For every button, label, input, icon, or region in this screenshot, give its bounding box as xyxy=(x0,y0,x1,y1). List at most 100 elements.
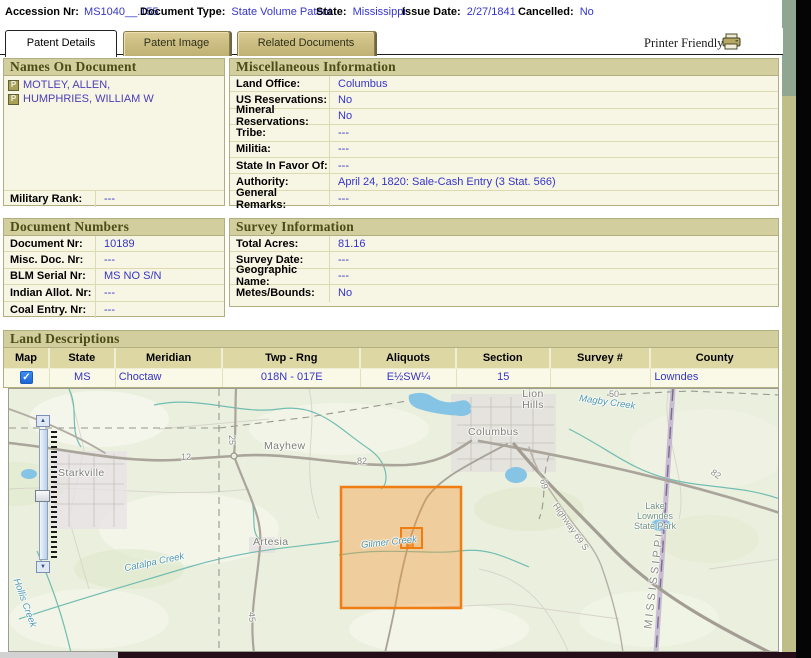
info-row: Geographic Name: --- xyxy=(230,269,778,285)
route-label-45: 45 xyxy=(247,612,258,623)
printer-friendly-link[interactable]: Printer Friendly xyxy=(644,36,724,51)
patentee-name[interactable]: MOTLEY, ALLEN, xyxy=(23,79,110,91)
patentee-row: P HUMPHRIES, WILLIAM W xyxy=(8,93,220,105)
tab-patent-image[interactable]: Patent Image xyxy=(123,31,230,56)
survey-information-panel: Survey Information Total Acres: 81.16 Su… xyxy=(229,218,779,307)
info-row: Coal Entry. Nr: --- xyxy=(4,302,224,318)
bottom-bar-left xyxy=(0,652,118,658)
cell-section: 15 xyxy=(457,369,551,387)
printer-icon[interactable] xyxy=(722,33,741,50)
patentee-name[interactable]: HUMPHRIES, WILLIAM W xyxy=(23,93,154,105)
tab-patent-details[interactable]: Patent Details xyxy=(5,30,117,57)
coal-entry-nr-value: --- xyxy=(96,304,115,316)
document-nr-label: Document Nr: xyxy=(4,236,96,251)
names-list: P MOTLEY, ALLEN, P HUMPHRIES, WILLIAM W xyxy=(4,76,224,191)
col-survey-number: Survey # xyxy=(551,348,652,368)
col-meridian: Meridian xyxy=(116,348,224,368)
info-row: Tribe: --- xyxy=(230,125,778,141)
land-descriptions-table: Map State Meridian Twp - Rng Aliquots Se… xyxy=(4,348,778,387)
route-label-25: 25 xyxy=(227,435,237,445)
survey-date-value: --- xyxy=(330,254,349,266)
document-numbers-panel: Document Numbers Document Nr: 10189 Misc… xyxy=(3,218,225,317)
info-row: Indian Allot. Nr: --- xyxy=(4,285,224,301)
window-edge-top xyxy=(782,0,796,96)
tribe-label: Tribe: xyxy=(230,125,330,140)
location-map[interactable]: Starkville Mayhew Columbus Lion Hills Ar… xyxy=(8,388,779,652)
accession-label: Accession Nr: xyxy=(5,6,79,18)
authority-value: April 24, 1820: Sale-Cash Entry (3 Stat.… xyxy=(330,176,556,188)
cell-twp-rng: 018N - 017E xyxy=(223,369,361,387)
land-office-label: Land Office: xyxy=(230,76,330,91)
info-row: Document Nr: 10189 xyxy=(4,236,224,252)
patentee-icon[interactable]: P xyxy=(8,94,19,105)
land-descriptions-panel: Land Descriptions Map State Meridian Twp… xyxy=(3,330,779,388)
accession-field: Accession Nr: MS1040__.155 xyxy=(5,6,159,18)
info-row: Mineral Reservations: No xyxy=(230,109,778,125)
route-label-12: 12 xyxy=(181,452,191,462)
military-rank-label: Military Rank: xyxy=(4,191,96,207)
cell-state: MS xyxy=(50,369,116,387)
map-zoom-in-button[interactable]: ▲ xyxy=(36,415,50,427)
misc-doc-nr-value: --- xyxy=(96,254,115,266)
map-label-lake-lowndes-state-park: Lake Lowndes State Park xyxy=(631,501,679,531)
general-remarks-label: General Remarks: xyxy=(230,191,330,207)
info-row: General Remarks: --- xyxy=(230,191,778,207)
document-numbers-title: Document Numbers xyxy=(4,219,224,236)
patentee-icon[interactable]: P xyxy=(8,80,19,91)
map-label-artesia: Artesia xyxy=(253,536,288,548)
state-value: Mississippi xyxy=(353,6,406,18)
document-header-bar: Accession Nr: MS1040__.155 Document Type… xyxy=(0,0,782,28)
map-checkbox[interactable]: ✓ xyxy=(20,371,33,384)
info-row: Total Acres: 81.16 xyxy=(230,236,778,252)
map-checkbox-cell: ✓ xyxy=(4,369,50,387)
col-state: State xyxy=(50,348,116,368)
tribe-value: --- xyxy=(330,127,349,139)
blm-serial-nr-value: MS NO S/N xyxy=(96,270,161,282)
cancelled-value: No xyxy=(580,6,594,18)
militia-label: Militia: xyxy=(230,142,330,157)
doc-type-label: Document Type: xyxy=(140,6,225,18)
cell-meridian: Choctaw xyxy=(116,369,224,387)
col-county: County xyxy=(651,348,778,368)
issue-date-label: Issue Date: xyxy=(402,6,461,18)
col-aliquots: Aliquots xyxy=(361,348,457,368)
state-field: State: Mississippi xyxy=(316,6,406,18)
issue-date-field: Issue Date: 2/27/1841 xyxy=(402,6,516,18)
total-acres-value: 81.16 xyxy=(330,238,366,250)
tab-bar: Patent Details Patent Image Related Docu… xyxy=(0,28,783,55)
geographic-name-label: Geographic Name: xyxy=(230,269,330,284)
indian-allot-nr-label: Indian Allot. Nr: xyxy=(4,285,96,300)
metes-bounds-label: Metes/Bounds: xyxy=(230,285,330,301)
table-row: ✓ MS Choctaw 018N - 017E E½SW¼ 15 Lownde… xyxy=(4,369,778,387)
general-remarks-value: --- xyxy=(330,193,349,205)
info-row: Militia: --- xyxy=(230,142,778,158)
military-rank-value: --- xyxy=(96,193,115,205)
map-label-lion-hills: Lion Hills xyxy=(517,389,549,411)
cancelled-label: Cancelled: xyxy=(518,6,574,18)
map-zoom-slider-handle[interactable] xyxy=(35,490,50,502)
tab-related-documents[interactable]: Related Documents xyxy=(237,31,375,56)
land-office-value: Columbus xyxy=(330,78,388,90)
document-nr-value: 10189 xyxy=(96,238,135,250)
map-zoom-out-button[interactable]: ▼ xyxy=(36,561,50,573)
metes-bounds-value: No xyxy=(330,287,352,299)
col-section: Section xyxy=(457,348,551,368)
info-row: State In Favor Of: --- xyxy=(230,158,778,174)
map-label-columbus: Columbus xyxy=(468,426,518,438)
table-header-row: Map State Meridian Twp - Rng Aliquots Se… xyxy=(4,348,778,369)
bottom-bar xyxy=(118,652,796,658)
misc-information-panel: Miscellaneous Information Land Office: C… xyxy=(229,58,779,206)
route-label-82: 82 xyxy=(357,456,367,466)
window-edge-side xyxy=(782,96,796,652)
issue-date-value: 2/27/1841 xyxy=(467,6,516,18)
total-acres-label: Total Acres: xyxy=(230,236,330,251)
col-twp-rng: Twp - Rng xyxy=(223,348,361,368)
window-edge-black xyxy=(796,0,811,658)
mineral-reservations-label: Mineral Reservations: xyxy=(230,109,330,124)
mineral-reservations-value: No xyxy=(330,110,352,122)
cancelled-field: Cancelled: No xyxy=(518,6,594,18)
map-label-starkville: Starkville xyxy=(58,467,105,479)
route-label-50: 50 xyxy=(609,389,619,399)
starkville-urban-area xyxy=(49,451,127,529)
misc-information-title: Miscellaneous Information xyxy=(230,59,778,76)
